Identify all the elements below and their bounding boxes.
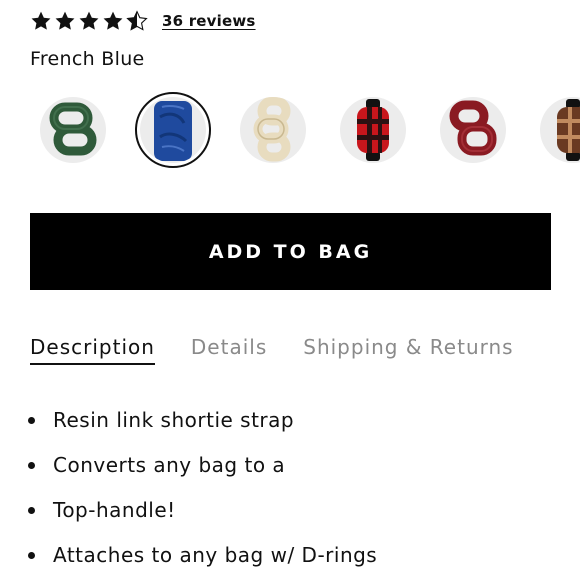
add-to-bag-button[interactable]: ADD TO BAG: [30, 213, 551, 290]
list-item: Resin link shortie strap: [24, 405, 377, 435]
burgundy-link-strap-swatch-icon: [440, 97, 506, 163]
french-blue-link-strap-swatch-icon: [140, 97, 206, 163]
tab-details[interactable]: Details: [191, 335, 267, 365]
bullet-icon: [28, 461, 35, 469]
swatch-ivory[interactable]: [235, 92, 311, 168]
list-item-text: Attaches to any bag w/ D-rings: [53, 543, 378, 567]
dark-green-link-strap-swatch-icon: [40, 97, 106, 163]
list-item: Converts any bag to a: [24, 450, 377, 480]
star-full-icon: [55, 11, 75, 30]
rating-row: 36 reviews: [30, 8, 256, 34]
star-full-icon: [103, 11, 123, 30]
reviews-link[interactable]: 36 reviews: [162, 12, 256, 30]
product-info-tabs: Description Details Shipping & Returns: [30, 335, 550, 365]
red-plaid-link-strap-swatch-icon: [340, 97, 406, 163]
list-item: Attaches to any bag w/ D-rings: [24, 540, 377, 570]
list-item-text: Converts any bag to a: [53, 453, 286, 477]
star-full-icon: [79, 11, 99, 30]
swatch-french-blue[interactable]: [135, 92, 211, 168]
list-item-text: Resin link shortie strap: [53, 408, 295, 432]
star-half-icon: [126, 10, 148, 31]
bullet-icon: [28, 551, 35, 559]
swatch-burgundy[interactable]: [435, 92, 511, 168]
description-list: Resin link shortie strap Converts any ba…: [24, 405, 377, 585]
star-rating: [30, 10, 150, 32]
selected-color-name: French Blue: [30, 48, 145, 70]
swatch-tortoise[interactable]: [535, 92, 580, 168]
swatch-dark-green[interactable]: [35, 92, 111, 168]
tortoise-link-strap-swatch-icon: [540, 97, 580, 163]
star-full-icon: [31, 11, 51, 30]
swatch-red-plaid[interactable]: [335, 92, 411, 168]
list-item-text: Top-handle!: [53, 498, 176, 522]
bullet-icon: [28, 416, 35, 424]
tab-shipping-returns[interactable]: Shipping & Returns: [303, 335, 513, 365]
tab-description[interactable]: Description: [30, 335, 155, 365]
ivory-link-strap-swatch-icon: [240, 97, 306, 163]
list-item: Top-handle!: [24, 495, 377, 525]
bullet-icon: [28, 506, 35, 514]
color-swatches: [0, 92, 580, 168]
